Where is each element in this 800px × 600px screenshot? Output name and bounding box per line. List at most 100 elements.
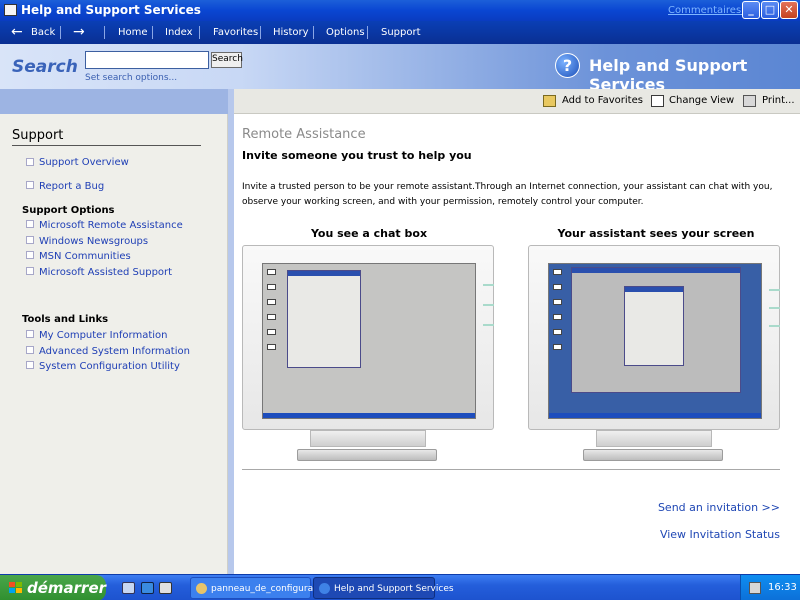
internet-explorer-icon[interactable] (141, 582, 154, 594)
search-input[interactable] (85, 51, 209, 69)
monitor-screen (548, 263, 762, 419)
sidebar-item-report-bug[interactable]: Report a Bug (39, 181, 104, 192)
desktop-icon (553, 269, 562, 275)
taskbar-item-control-panel[interactable]: panneau_de_configurati... (190, 577, 328, 599)
clock[interactable]: 16:33 (768, 582, 797, 593)
feedback-link[interactable]: Commentaires ? (668, 5, 750, 16)
search-label: Search (12, 57, 78, 77)
sidebar-divider (12, 145, 201, 146)
desktop-icon (267, 314, 276, 320)
bullet-icon (26, 236, 34, 244)
navigation-bar: ← Back → Home Index Favorites History Op… (0, 21, 800, 44)
nav-index[interactable]: Index (165, 27, 193, 38)
favorites-star-icon[interactable] (543, 95, 556, 107)
support-options-heading: Support Options (22, 205, 115, 216)
close-button[interactable]: ✕ (780, 1, 798, 19)
page-title: Remote Assistance (242, 127, 366, 142)
sidebar-rail (228, 89, 234, 574)
sidebar-item-computer-info[interactable]: My Computer Information (39, 330, 168, 341)
tools-links-heading: Tools and Links (22, 314, 109, 325)
change-view-icon[interactable] (651, 95, 664, 107)
add-to-favorites-button[interactable]: Add to Favorites (562, 95, 643, 106)
nav-support[interactable]: Support (381, 27, 421, 38)
page-subtitle: Invite someone you trust to help you (242, 149, 472, 162)
print-button[interactable]: Print... (762, 95, 795, 106)
title-bar[interactable]: Help and Support Services Commentaires ?… (0, 0, 800, 21)
show-desktop-icon[interactable] (122, 582, 135, 594)
desktop-icon (553, 314, 562, 320)
back-arrow-icon[interactable]: ← (11, 25, 23, 39)
bullet-icon (26, 158, 34, 166)
task-label: panneau_de_configurati... (211, 584, 328, 594)
desktop-icon (267, 269, 276, 275)
window-title: Help and Support Services (21, 3, 201, 17)
send-invitation-link[interactable]: Send an invitation >> (658, 501, 780, 514)
monitor-base (297, 449, 437, 461)
sidebar-item-remote-assistance[interactable]: Microsoft Remote Assistance (39, 220, 183, 231)
caption-chat-box: You see a chat box (310, 227, 428, 240)
nav-home[interactable]: Home (118, 27, 148, 38)
windows-logo-icon (9, 582, 22, 593)
printer-icon[interactable] (743, 95, 756, 107)
chat-window-thumbnail (287, 270, 361, 368)
sidebar-header-strip (0, 89, 234, 114)
change-view-button[interactable]: Change View (669, 95, 734, 106)
sidebar-item-assisted-support[interactable]: Microsoft Assisted Support (39, 267, 172, 278)
nav-separator (152, 26, 153, 39)
thumbnail-taskbar (263, 413, 475, 418)
desktop-icon (553, 344, 562, 350)
nav-favorites[interactable]: Favorites (213, 27, 258, 38)
view-invitation-status-link[interactable]: View Invitation Status (660, 528, 780, 541)
desktop-icon (267, 344, 276, 350)
bullet-icon (26, 346, 34, 354)
back-button[interactable]: Back (31, 27, 55, 38)
intro-paragraph: Invite a trusted person to be your remot… (242, 182, 773, 207)
sidebar (0, 114, 228, 574)
search-options-link[interactable]: Set search options... (85, 73, 177, 83)
monitor-illustration-screen (528, 245, 780, 430)
help-question-icon (319, 583, 330, 594)
nav-separator (313, 26, 314, 39)
desktop-icon (553, 299, 562, 305)
desktop-icon (267, 299, 276, 305)
bullet-icon (26, 267, 34, 275)
start-label: démarrer (27, 579, 107, 597)
media-player-icon[interactable] (159, 582, 172, 594)
nav-separator (104, 26, 105, 39)
sidebar-item-advanced-info[interactable]: Advanced System Information (39, 346, 190, 357)
search-button[interactable]: Search (211, 52, 243, 68)
nav-options[interactable]: Options (326, 27, 365, 38)
thumbnail-taskbar (549, 413, 761, 418)
monitor-neck (596, 430, 712, 447)
remote-desktop-thumbnail (571, 267, 741, 393)
taskbar: démarrer panneau_de_configurati... Help … (0, 574, 800, 600)
nav-separator (260, 26, 261, 39)
sidebar-item-system-config[interactable]: System Configuration Utility (39, 361, 180, 372)
sidebar-heading: Support (12, 128, 64, 143)
network-icon[interactable] (749, 582, 761, 594)
monitor-indicator (769, 325, 780, 327)
monitor-screen (262, 263, 476, 419)
nav-separator (367, 26, 368, 39)
monitor-indicator (769, 289, 780, 291)
desktop-icon (553, 329, 562, 335)
window-titlebar (572, 268, 740, 273)
bullet-icon (26, 251, 34, 259)
nav-history[interactable]: History (273, 27, 309, 38)
desktop-icon (267, 284, 276, 290)
content-divider (242, 469, 780, 470)
minimize-button[interactable]: _ (742, 1, 760, 19)
maximize-button[interactable]: □ (761, 1, 779, 19)
caption-assistant-screen: Your assistant sees your screen (557, 227, 755, 240)
forward-arrow-icon[interactable]: → (73, 25, 85, 39)
sidebar-item-newsgroups[interactable]: Windows Newsgroups (39, 236, 148, 247)
sidebar-item-msn-communities[interactable]: MSN Communities (39, 251, 131, 262)
monitor-indicator (483, 304, 494, 306)
sidebar-item-support-overview[interactable]: Support Overview (39, 157, 129, 168)
taskbar-item-help-support[interactable]: Help and Support Services (313, 577, 454, 599)
monitor-base (583, 449, 723, 461)
start-button[interactable]: démarrer (0, 575, 106, 600)
chat-window-thumbnail (624, 286, 684, 366)
bullet-icon (26, 181, 34, 189)
help-app-icon (4, 4, 17, 16)
